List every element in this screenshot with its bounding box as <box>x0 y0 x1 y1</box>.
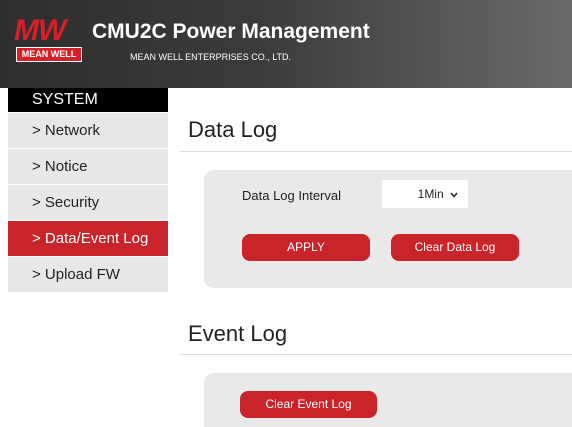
section-divider <box>180 151 572 152</box>
event-log-title: Event Log <box>188 321 288 346</box>
sidebar-item-notice[interactable]: > Notice <box>8 148 168 184</box>
data-log-interval-value: 1Min <box>417 187 444 201</box>
clear-data-log-button[interactable]: Clear Data Log <box>391 234 519 261</box>
sidebar-item-network[interactable]: > Network <box>8 112 168 148</box>
section-divider <box>180 354 572 355</box>
sidebar-heading-system: SYSTEM <box>8 88 168 112</box>
sidebar-item-data-event-log[interactable]: > Data/Event Log <box>8 220 168 256</box>
data-log-interval-label: Data Log Interval <box>242 188 342 203</box>
company-name: MEAN WELL ENTERPRISES CO., LTD. <box>130 52 292 62</box>
sidebar-item-security[interactable]: > Security <box>8 184 168 220</box>
app-header: MW MEAN WELL CMU2C Power Management MEAN… <box>0 0 572 88</box>
clear-event-log-button[interactable]: Clear Event Log <box>240 391 377 418</box>
data-log-interval-select[interactable]: 1Min <box>382 180 468 208</box>
apply-button[interactable]: APPLY <box>242 234 370 261</box>
app-title: CMU2C Power Management <box>92 20 370 43</box>
logo-mean-well-box: MEAN WELL <box>16 47 82 62</box>
chevron-down-icon <box>449 180 458 208</box>
sidebar-item-upload-fw[interactable]: > Upload FW <box>8 256 168 292</box>
mean-well-logo: MW MEAN WELL <box>14 16 86 64</box>
logo-mw-mark: MW <box>14 14 66 47</box>
data-log-title: Data Log <box>188 117 278 142</box>
sidebar: SYSTEM > Network > Notice > Security > D… <box>8 88 168 292</box>
